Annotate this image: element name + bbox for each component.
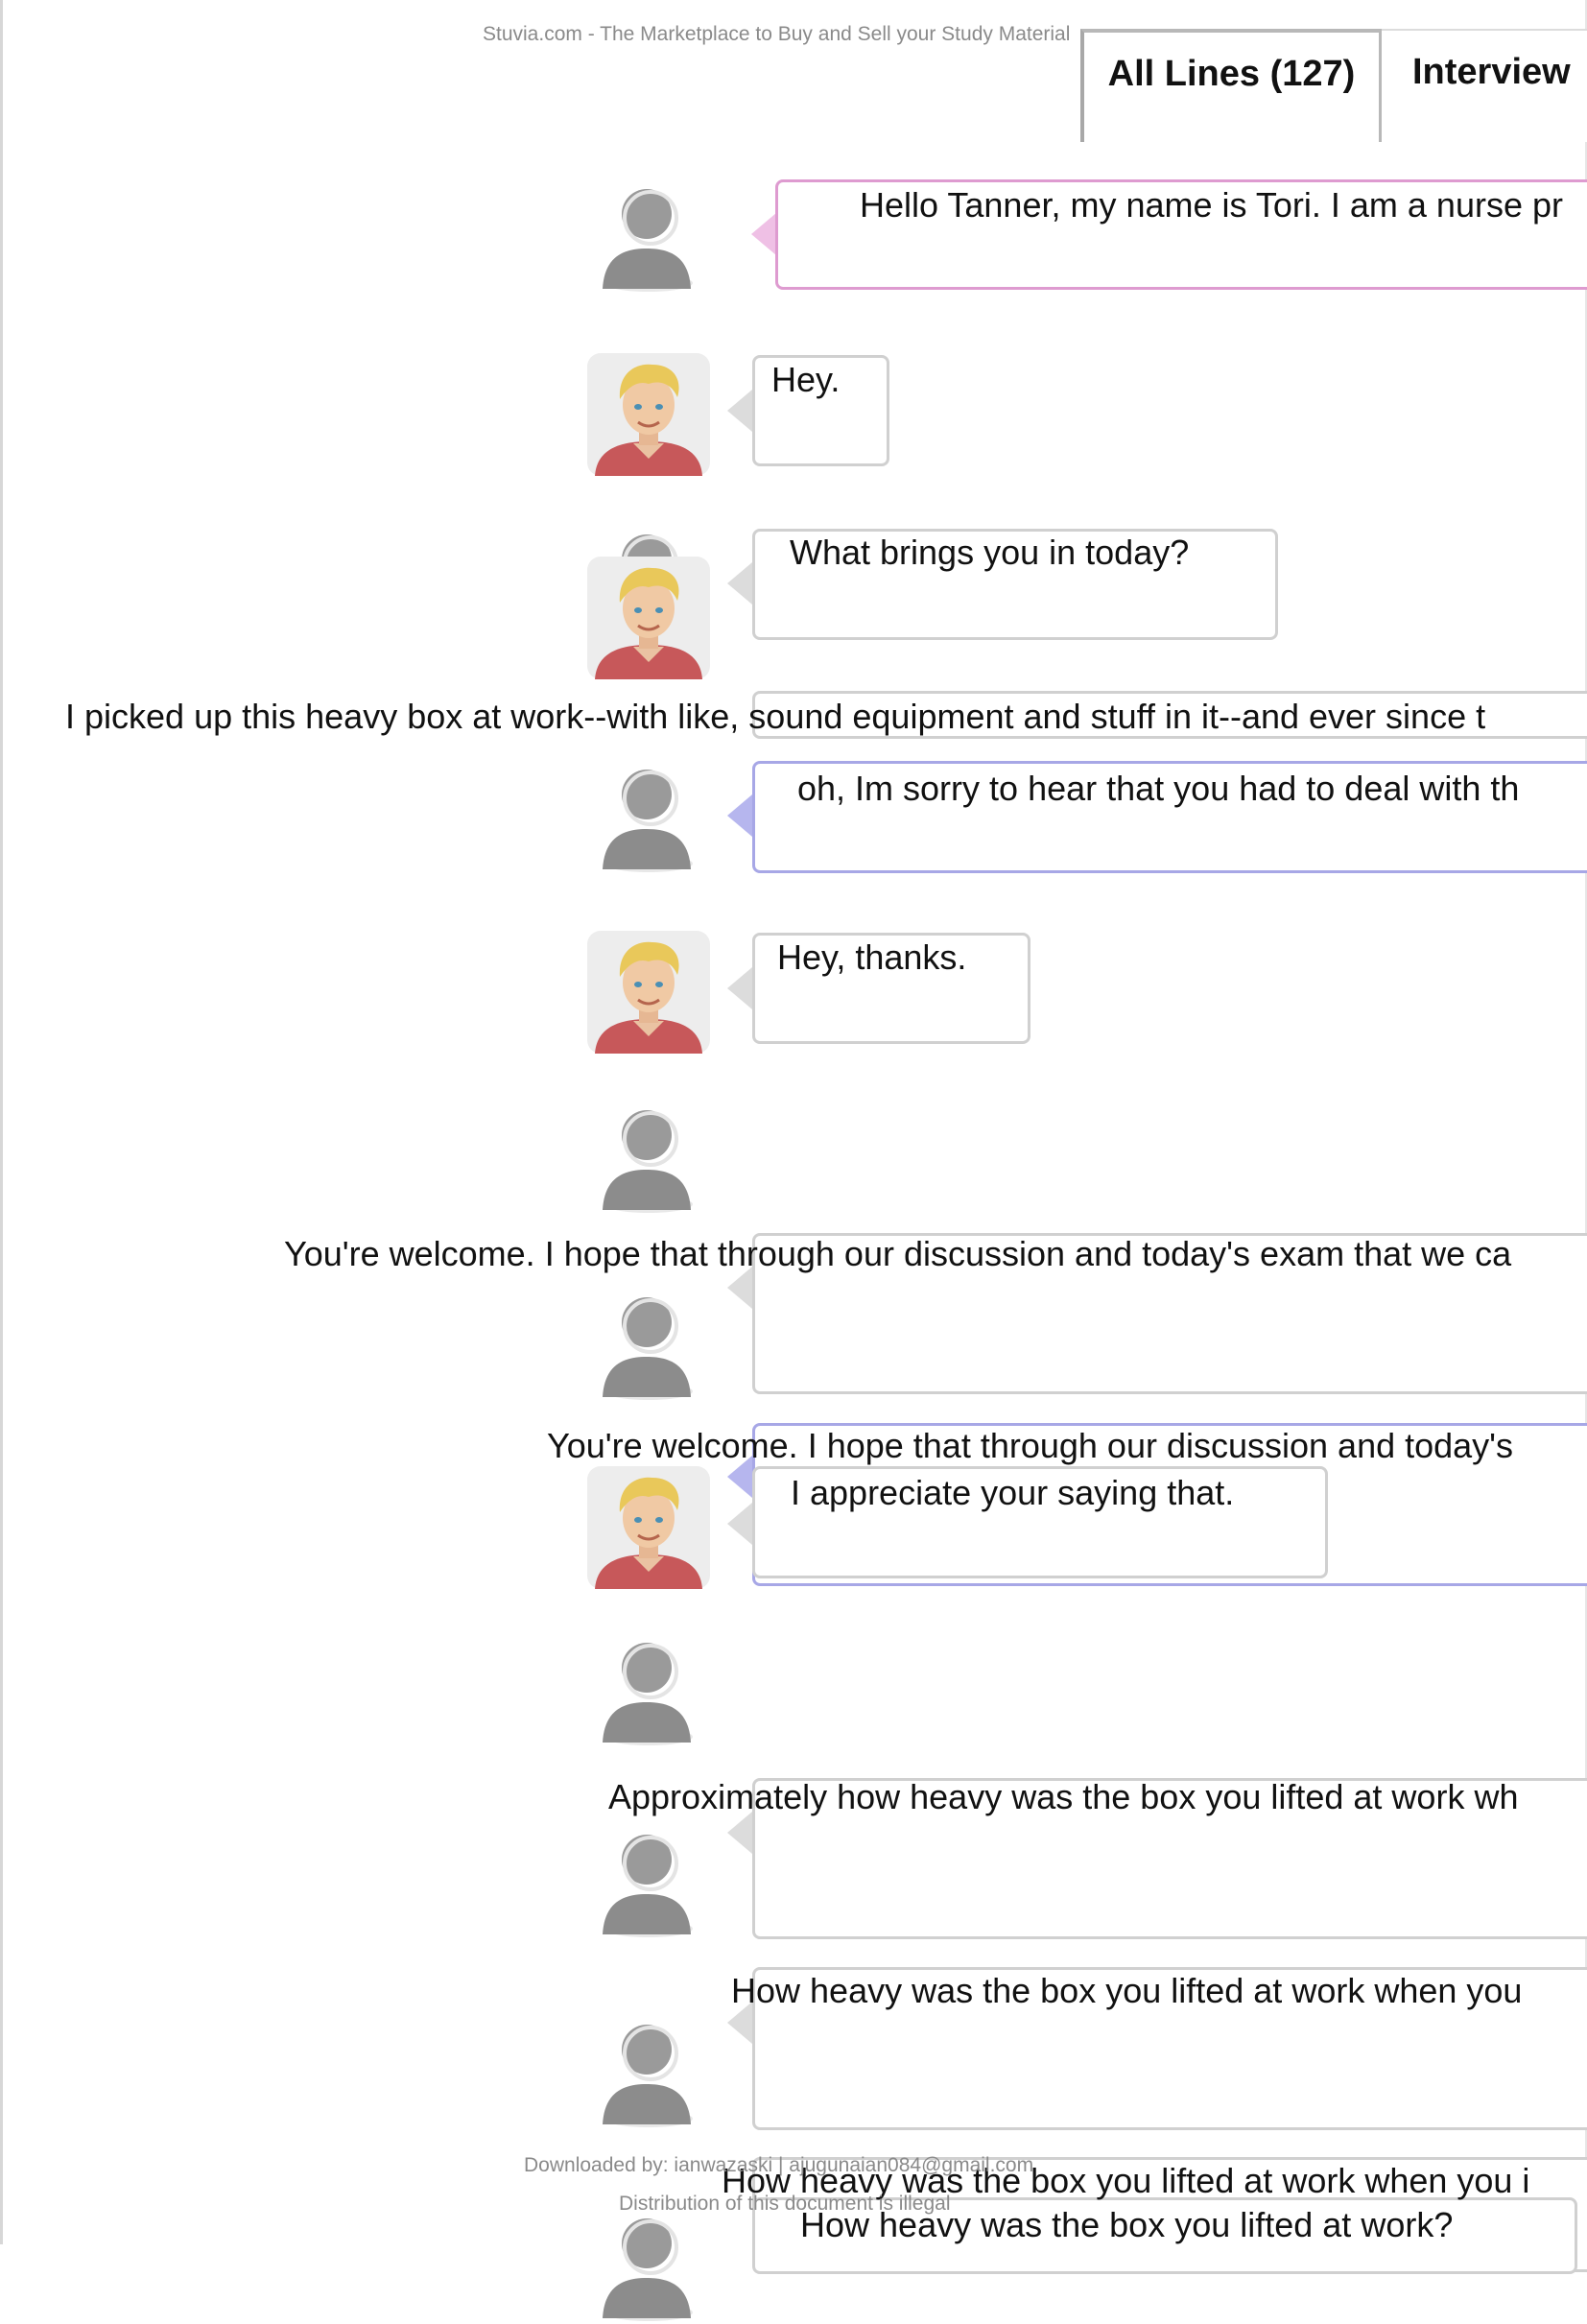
bubble-tail bbox=[727, 794, 752, 837]
patient-avatar-icon bbox=[585, 351, 712, 478]
bubble-tail bbox=[727, 390, 752, 432]
generic-person-avatar-icon bbox=[585, 2197, 712, 2324]
dialogue-line: You're welcome. I hope that through our … bbox=[284, 1234, 1512, 1273]
download-watermark: Downloaded by: ianwazaski | ajugunaian08… bbox=[524, 2154, 1034, 2176]
generic-person-avatar-icon bbox=[585, 1089, 712, 1216]
dialogue-line: Hey, thanks. bbox=[777, 937, 967, 977]
bubble-tail bbox=[727, 1503, 752, 1545]
generic-person-avatar-icon bbox=[585, 748, 712, 875]
generic-person-avatar-icon bbox=[585, 1276, 712, 1403]
dialogue-line: I appreciate your saying that. bbox=[791, 1473, 1235, 1512]
patient-avatar-icon bbox=[585, 929, 712, 1055]
dialogue-line: Approximately how heavy was the box you … bbox=[608, 1777, 1519, 1816]
bubble-tail bbox=[751, 213, 776, 255]
dialogue-line: Hello Tanner, my name is Tori. I am a nu… bbox=[860, 185, 1563, 225]
page-left-edge bbox=[0, 0, 3, 2244]
tab-all-lines[interactable]: All Lines (127) bbox=[1080, 29, 1382, 142]
generic-person-avatar-icon bbox=[585, 168, 712, 295]
generic-person-avatar-icon bbox=[585, 1622, 712, 1748]
generic-person-avatar-icon bbox=[585, 2004, 712, 2130]
transcript-tabs: All Lines (127) Interview bbox=[1080, 29, 1587, 144]
tab-interview[interactable]: Interview bbox=[1382, 29, 1587, 142]
dialogue-line: oh, Im sorry to hear that you had to dea… bbox=[797, 769, 1520, 808]
generic-person-avatar-icon bbox=[585, 1814, 712, 1940]
dialogue-line: You're welcome. I hope that through our … bbox=[547, 1426, 1514, 1465]
dialogue-line: How heavy was the box you lifted at work… bbox=[731, 1971, 1523, 2010]
dialogue-line: I picked up this heavy box at work--with… bbox=[65, 697, 1486, 736]
stuvia-watermark-top: Stuvia.com - The Marketplace to Buy and … bbox=[483, 23, 1071, 45]
patient-avatar-icon bbox=[585, 1464, 712, 1591]
dialogue-line: What brings you in today? bbox=[790, 533, 1190, 572]
bubble-tail bbox=[727, 967, 752, 1009]
patient-avatar-icon bbox=[585, 555, 712, 681]
dialogue-line: Hey. bbox=[771, 360, 841, 399]
distribution-watermark: Distribution of this document is illegal bbox=[619, 2193, 951, 2215]
bubble-tail bbox=[727, 562, 752, 605]
